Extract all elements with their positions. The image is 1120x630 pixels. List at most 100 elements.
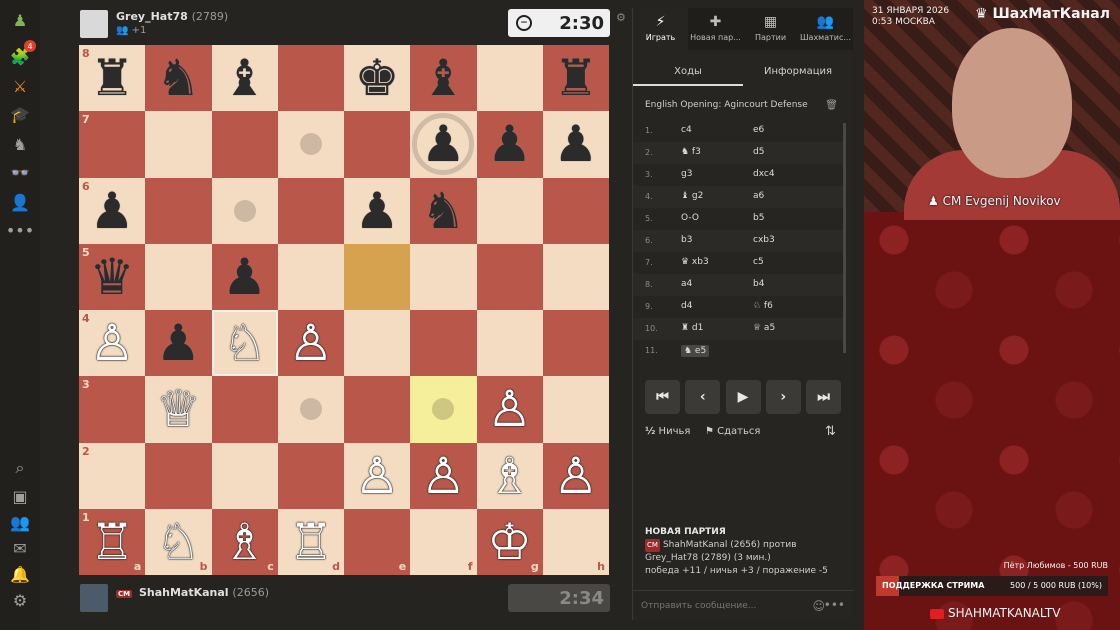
- piece-b3[interactable]: ♕: [145, 376, 211, 442]
- square-b5[interactable]: [145, 243, 212, 310]
- square-b6[interactable]: [145, 177, 212, 244]
- black-move[interactable]: c5: [753, 257, 764, 267]
- white-move[interactable]: a4: [681, 279, 692, 289]
- watch-icon[interactable]: ♞: [8, 132, 32, 156]
- resign-button[interactable]: ⚑ Сдаться: [705, 426, 760, 437]
- piece-a8[interactable]: ♜: [79, 45, 145, 111]
- bell-icon[interactable]: 🔔: [8, 562, 32, 586]
- chat-input[interactable]: [641, 601, 791, 611]
- panel-tab-1[interactable]: ✚ Новая пар...: [688, 8, 743, 50]
- bottom-player-avatar[interactable]: [80, 584, 108, 612]
- white-move[interactable]: g3: [681, 169, 692, 179]
- square-h5[interactable]: [542, 243, 609, 310]
- piece-a1[interactable]: ♖: [79, 509, 145, 575]
- square-b7[interactable]: [145, 111, 212, 178]
- white-move[interactable]: ♞ e5: [681, 345, 710, 357]
- piece-h8[interactable]: ♜: [543, 45, 609, 111]
- piece-a4[interactable]: ♙: [79, 310, 145, 376]
- next-move-button[interactable]: ›: [765, 380, 801, 414]
- piece-a5[interactable]: ♛: [79, 244, 145, 310]
- chess-board[interactable]: 8 7 6 5 4 3 2 1 a b c d e f g h ♜ ♞ ♝ ♚ ♝ ♜ ♟ ♟ ♟ ♟ ♟ ♞ ♛ ♟ ♙ ♟ ♘ ♙ ♕ ♙ ♙ ♙ ♗ ♙…: [79, 45, 609, 575]
- piece-e8[interactable]: ♚: [344, 45, 410, 111]
- opening-name[interactable]: English Opening: Agincourt Defense: [645, 100, 808, 110]
- tab-info[interactable]: Информация: [743, 58, 853, 86]
- search-icon[interactable]: ⌕: [8, 456, 32, 480]
- piece-g2[interactable]: ♗: [477, 443, 543, 509]
- square-c2[interactable]: [211, 442, 278, 509]
- prev-move-button[interactable]: ‹: [685, 380, 721, 414]
- square-a2[interactable]: 2: [79, 442, 146, 509]
- white-move[interactable]: ♞ f3: [681, 147, 701, 157]
- square-e4[interactable]: [344, 310, 411, 377]
- piece-b8[interactable]: ♞: [145, 45, 211, 111]
- square-f1[interactable]: f: [410, 508, 477, 575]
- piece-c5[interactable]: ♟: [212, 244, 278, 310]
- piece-b1[interactable]: ♘: [145, 509, 211, 575]
- tab-moves[interactable]: Ходы: [633, 58, 743, 86]
- draw-button[interactable]: ½ Ничья: [645, 426, 690, 437]
- piece-b4[interactable]: ♟: [145, 310, 211, 376]
- more-icon[interactable]: •••: [824, 598, 845, 612]
- white-move[interactable]: O-O: [681, 213, 699, 223]
- piece-h2[interactable]: ♙: [543, 443, 609, 509]
- piece-a6[interactable]: ♟: [79, 178, 145, 244]
- profile-icon[interactable]: ▣: [8, 484, 32, 508]
- square-e3[interactable]: [344, 376, 411, 443]
- black-move[interactable]: e6: [753, 125, 764, 135]
- piece-h7[interactable]: ♟: [543, 111, 609, 177]
- piece-c8[interactable]: ♝: [212, 45, 278, 111]
- last-move-button[interactable]: ⏭: [806, 380, 841, 414]
- play-button[interactable]: ▶: [725, 380, 761, 414]
- square-d2[interactable]: [277, 442, 344, 509]
- square-f4[interactable]: [410, 310, 477, 377]
- friends-icon[interactable]: 👥: [8, 510, 32, 534]
- piece-f6[interactable]: ♞: [410, 178, 476, 244]
- square-e7[interactable]: [344, 111, 411, 178]
- square-h3[interactable]: [542, 376, 609, 443]
- black-move[interactable]: dxc4: [753, 169, 775, 179]
- move-hint-dot[interactable]: [233, 199, 256, 222]
- white-move[interactable]: ♝ g2: [681, 191, 703, 201]
- gear-icon[interactable]: ⚙: [616, 11, 626, 24]
- square-f5[interactable]: [410, 243, 477, 310]
- friends-icon[interactable]: 👓: [8, 160, 32, 184]
- piece-f2[interactable]: ♙: [410, 443, 476, 509]
- square-h4[interactable]: [542, 310, 609, 377]
- piece-g7[interactable]: ♟: [477, 111, 543, 177]
- more-icon[interactable]: •••: [6, 218, 34, 242]
- flip-board-icon[interactable]: ⇅: [825, 424, 836, 439]
- play-icon[interactable]: ⚔: [8, 74, 32, 98]
- white-move[interactable]: b3: [681, 235, 692, 245]
- panel-tab-0[interactable]: ⚡ Играть: [633, 8, 688, 50]
- learn-icon[interactable]: 🎓: [8, 102, 32, 126]
- square-d8[interactable]: [277, 45, 344, 112]
- square-d5[interactable]: [277, 243, 344, 310]
- black-move[interactable]: b4: [753, 279, 764, 289]
- piece-d4[interactable]: ♙: [278, 310, 344, 376]
- square-h1[interactable]: h: [542, 508, 609, 575]
- square-c3[interactable]: [211, 376, 278, 443]
- piece-g1[interactable]: ♔: [477, 509, 543, 575]
- piece-e2[interactable]: ♙: [344, 443, 410, 509]
- square-h6[interactable]: [542, 177, 609, 244]
- white-move[interactable]: d4: [681, 301, 692, 311]
- piece-c4[interactable]: ♘: [212, 310, 278, 376]
- panel-tab-2[interactable]: ▦ Партии: [743, 8, 798, 50]
- move-list-scrollbar[interactable]: [843, 123, 846, 353]
- black-move[interactable]: ♕ a5: [753, 323, 775, 333]
- gear-icon[interactable]: ⚙: [8, 588, 32, 612]
- square-g5[interactable]: [476, 243, 543, 310]
- first-move-button[interactable]: ⏮: [645, 380, 680, 414]
- square-c7[interactable]: [211, 111, 278, 178]
- piece-f8[interactable]: ♝: [410, 45, 476, 111]
- white-move[interactable]: ♜ d1: [681, 323, 703, 333]
- black-move[interactable]: d5: [753, 147, 764, 157]
- piece-c1[interactable]: ♗: [212, 509, 278, 575]
- top-player-name[interactable]: Grey_Hat78 (2789): [116, 10, 228, 23]
- piece-g3[interactable]: ♙: [477, 376, 543, 442]
- square-e1[interactable]: e: [344, 508, 411, 575]
- piece-e6[interactable]: ♟: [344, 178, 410, 244]
- trash-icon[interactable]: 🗑: [825, 100, 838, 111]
- black-move[interactable]: b5: [753, 213, 764, 223]
- piece-d1[interactable]: ♖: [278, 509, 344, 575]
